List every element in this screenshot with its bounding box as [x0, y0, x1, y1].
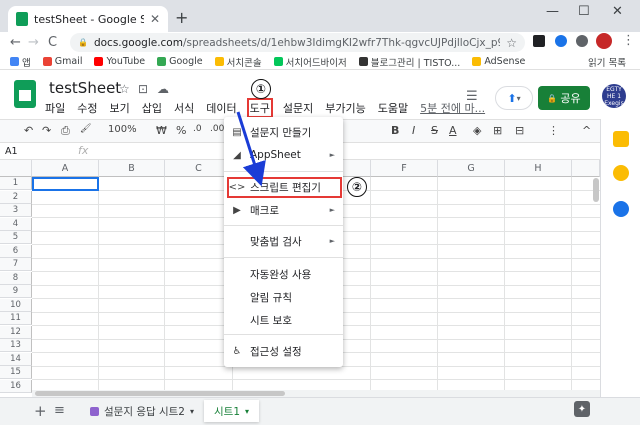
add-sheet-button[interactable]: +	[34, 402, 47, 420]
explore-icon[interactable]: ✦	[574, 401, 590, 417]
sheet-tab-sheet1[interactable]: 시트1 ▾	[204, 400, 260, 422]
keep-icon[interactable]	[613, 165, 629, 181]
side-panel	[600, 119, 640, 397]
sheet-tab-label: 시트1	[214, 405, 241, 418]
sheet-tab-label: 설문지 응답 시트2	[104, 405, 185, 418]
form-icon	[90, 406, 99, 416]
arrow-line	[236, 111, 266, 187]
sheet-tab-arrow-icon[interactable]: ▾	[190, 407, 194, 416]
tasks-icon[interactable]	[613, 201, 629, 217]
calendar-icon[interactable]	[613, 131, 629, 147]
sheet-tab-survey[interactable]: 설문지 응답 시트2 ▾	[80, 400, 204, 422]
annotation-arrow	[236, 111, 266, 187]
sheet-tab-arrow-icon[interactable]: ▾	[245, 407, 249, 416]
all-sheets-button[interactable]: ≡	[54, 403, 65, 418]
